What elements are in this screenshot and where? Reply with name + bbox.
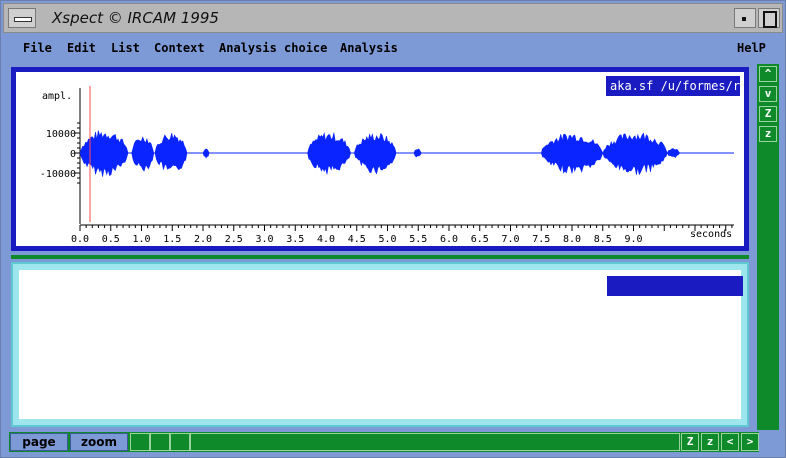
vertical-zoom-out-button[interactable]: z [759,126,777,142]
sound-file-label[interactable]: aka.sf /u/formes/r [606,76,740,96]
waveform-burst-7 [540,133,604,174]
x-tick-label-11: 5.5 [409,234,427,245]
x-tick-label-7: 3.5 [286,234,304,245]
xspect-window: Xspect © IRCAM 1995 File Edit List Conte… [0,0,786,458]
panel-separator[interactable] [11,255,749,259]
x-tick-label-9: 4.5 [348,234,366,245]
menu-analysis-choice[interactable]: Analysis choice [219,41,327,55]
minimize-icon [742,17,746,21]
waveform-burst-5 [353,132,397,175]
menu-file[interactable]: File [23,41,52,55]
x-tick-label-0: 0.0 [71,234,89,245]
corner-box [759,432,779,452]
x-tick-label-5: 2.5 [225,234,243,245]
x-tick-label-1: 0.5 [102,234,120,245]
x-tick-label-13: 6.5 [471,234,489,245]
waveform-burst-6 [413,148,422,158]
y-tick-label-2: -10000 [40,169,76,180]
title-bar[interactable]: Xspect © IRCAM 1995 [3,3,783,33]
x-tick-label-12: 6.0 [440,234,458,245]
scroll-left-button[interactable]: < [721,433,739,451]
minimize-button[interactable] [734,8,756,28]
maximize-icon [763,11,777,28]
zoom-button[interactable]: zoom [70,433,128,451]
menu-list[interactable]: List [111,41,140,55]
x-tick-label-14: 7.0 [501,234,519,245]
waveform-burst-3 [202,148,210,159]
waveform-burst-8 [602,132,668,176]
window-menu-icon [14,17,32,22]
maximize-button[interactable] [758,8,780,28]
bottom-cell-2[interactable] [150,433,170,451]
bottom-cell-3[interactable] [170,433,190,451]
horizontal-zoom-in-button[interactable]: Z [681,433,699,451]
vertical-zoom-in-button[interactable]: Z [759,106,777,122]
scroll-right-button[interactable]: > [741,433,759,451]
x-tick-label-6: 3.0 [255,234,273,245]
waveform-burst-9 [666,148,680,158]
x-tick-label-18: 9.0 [624,234,642,245]
x-tick-label-15: 7.5 [532,234,550,245]
horizontal-scroll-track[interactable] [190,433,680,451]
waveform-panel: ampl. seconds 10000 0 -10000 0.0 0.5 1.0 1.5 2… [11,67,749,251]
x-tick-label-8: 4.0 [317,234,335,245]
waveform-plot[interactable]: ampl. seconds 100000-10000 0.0 0.5 1.0 1.5 2… [16,72,744,246]
analysis-label[interactable] [607,276,743,296]
y-tick-label-0: 10000 [46,129,76,140]
scroll-down-button[interactable]: v [759,86,777,102]
x-tick-label-16: 8.0 [563,234,581,245]
waveform-burst-0 [79,130,129,177]
horizontal-zoom-out-button[interactable]: z [701,433,719,451]
menu-analysis[interactable]: Analysis [340,41,398,55]
analysis-panel [11,262,749,427]
x-tick-label-3: 1.5 [163,234,181,245]
window-title: Xspect © IRCAM 1995 [52,9,219,27]
waveform-burst-4 [307,132,351,175]
menu-edit[interactable]: Edit [67,41,96,55]
x-tick-label-4: 2.0 [194,234,212,245]
x-tick-label-10: 5.0 [378,234,396,245]
waveform-burst-1 [131,136,155,172]
y-axis-label: ampl. [42,91,72,102]
bottom-cell-1[interactable] [130,433,150,451]
window-menu-button[interactable] [8,8,36,28]
menu-context[interactable]: Context [154,41,205,55]
vertical-scroll-column[interactable]: ^ v Z z [757,64,779,430]
bottom-bar: page zoom Z z < > [9,432,759,452]
x-tick-label-2: 1.0 [132,234,150,245]
y-tick-label-1: 0 [70,149,76,160]
analysis-view[interactable] [19,270,743,419]
menu-bar: File Edit List Context Analysis choice A… [3,34,783,62]
waveform-burst-2 [154,133,188,171]
waveform-view[interactable]: ampl. seconds 10000 0 -10000 0.0 0.5 1.0 1.5 2… [16,72,744,246]
menu-help[interactable]: HelP [737,41,766,55]
page-button[interactable]: page [10,433,68,451]
x-tick-label-17: 8.5 [594,234,612,245]
scroll-up-button[interactable]: ^ [759,66,777,82]
